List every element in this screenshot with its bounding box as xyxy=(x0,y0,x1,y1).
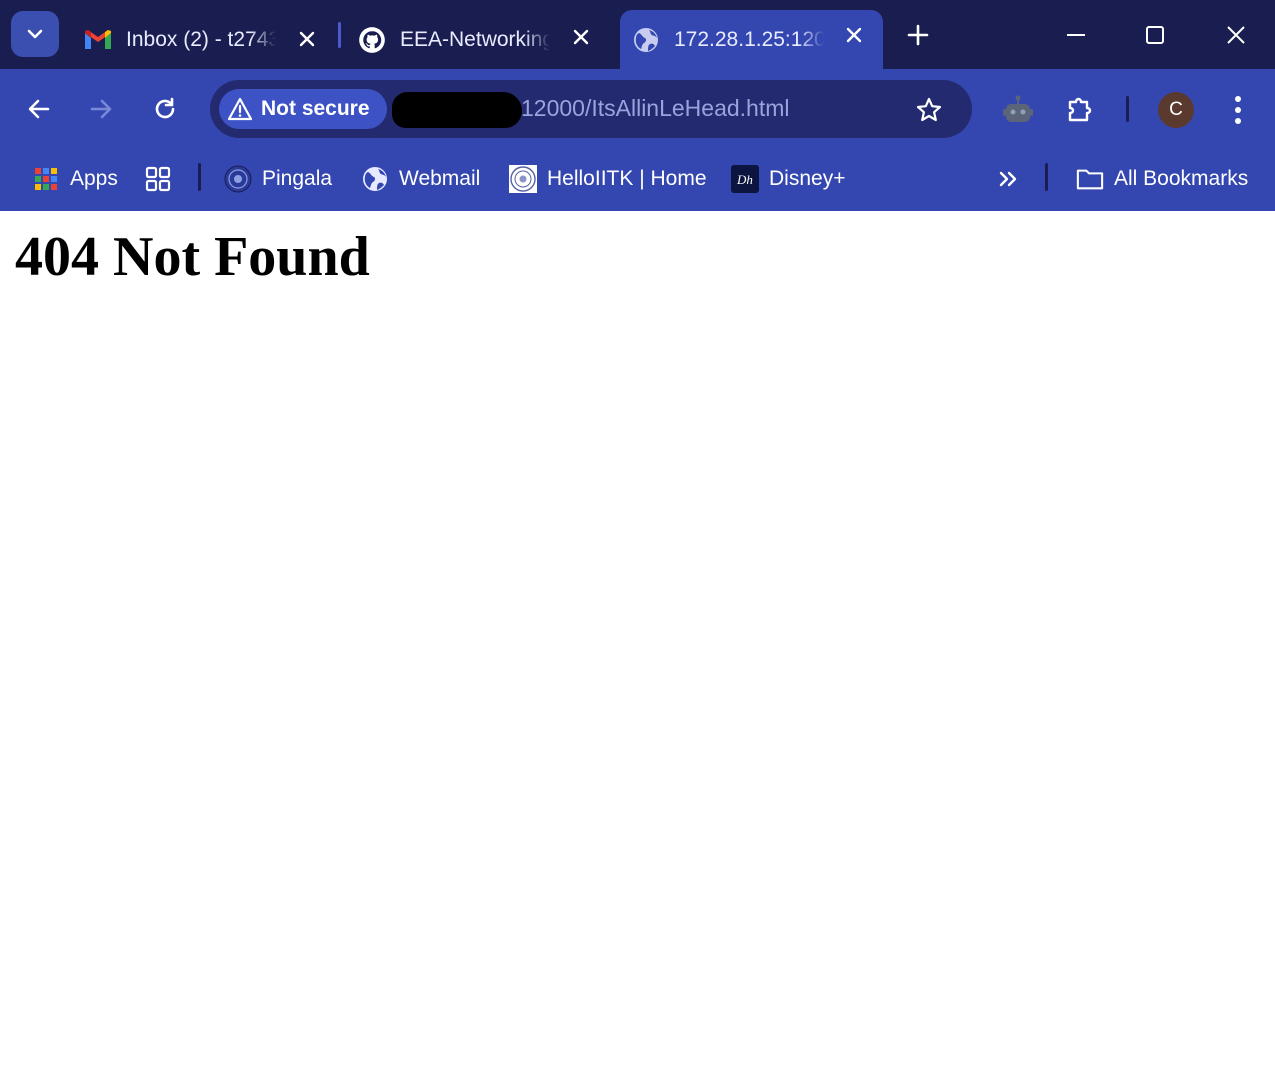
bookmark-webmail[interactable]: Webmail xyxy=(361,159,480,199)
tab-title: EEA-Networking xyxy=(400,27,550,52)
reload-button[interactable] xyxy=(145,89,185,129)
iitk-seal-icon xyxy=(509,165,537,193)
github-icon xyxy=(358,26,386,54)
bookmark-apps[interactable]: Apps xyxy=(32,159,118,199)
maximize-button[interactable] xyxy=(1125,12,1185,58)
new-tab-button[interactable] xyxy=(902,19,934,51)
puzzle-icon xyxy=(1068,97,1092,122)
window-close-button[interactable] xyxy=(1206,12,1266,58)
security-label: Not secure xyxy=(261,97,370,120)
plus-icon xyxy=(907,24,929,46)
chevron-down-icon xyxy=(27,29,43,39)
url-text[interactable]: 12000/ItsAllinLeHead.html xyxy=(521,95,790,122)
bookmark-disney-plus[interactable]: Dh Disney+ xyxy=(731,159,845,199)
close-icon[interactable] xyxy=(294,26,320,52)
tab-title: 172.28.1.25:12000 xyxy=(674,27,824,52)
forward-button[interactable] xyxy=(81,89,121,129)
tab-groups-icon xyxy=(144,165,172,193)
site-security-chip[interactable]: Not secure xyxy=(219,89,387,129)
bookmark-label: Apps xyxy=(70,167,118,190)
menu-button[interactable] xyxy=(1221,93,1255,127)
reload-icon xyxy=(155,97,175,119)
double-chevron-right-icon xyxy=(994,165,1022,193)
minimize-button[interactable] xyxy=(1046,12,1106,58)
toolbar-divider xyxy=(1126,96,1129,122)
bookmark-label: HelloIITK | Home xyxy=(547,167,707,190)
close-icon xyxy=(1227,26,1245,44)
tab-active-page[interactable]: 172.28.1.25:12000 xyxy=(620,10,883,69)
close-icon[interactable] xyxy=(841,22,867,48)
disney-hotstar-icon: Dh xyxy=(731,165,759,193)
warning-triangle-icon xyxy=(227,96,253,122)
tab-gmail[interactable]: Inbox (2) - t27432 xyxy=(72,10,332,69)
address-bar[interactable]: Not secure 12000/ItsAllinLeHead.html xyxy=(210,80,972,138)
bookmark-label: Pingala xyxy=(262,167,333,190)
robot-icon xyxy=(1003,95,1033,122)
page-content: 404 Not Found xyxy=(0,211,1275,1076)
arrow-right-icon xyxy=(90,99,112,119)
bookmark-label: Webmail xyxy=(399,167,481,190)
extension-robot-button[interactable] xyxy=(1001,93,1035,127)
globe-icon xyxy=(632,26,660,54)
bookmark-tab-groups[interactable] xyxy=(144,159,182,199)
arrow-left-icon xyxy=(28,99,50,119)
tab-github[interactable]: EEA-Networking xyxy=(346,10,614,69)
folder-icon xyxy=(1076,165,1104,193)
globe-icon xyxy=(361,165,389,193)
bookmarks-divider xyxy=(198,163,201,191)
bookmark-label: All Bookmarks xyxy=(1114,167,1249,190)
extensions-button[interactable] xyxy=(1064,93,1098,127)
bookmarks-divider xyxy=(1045,163,1048,191)
minimize-icon xyxy=(1067,34,1085,36)
bookmark-star-button[interactable] xyxy=(914,95,944,125)
more-vertical-icon xyxy=(1235,96,1241,124)
bookmark-label: Disney+ xyxy=(769,167,846,190)
close-icon[interactable] xyxy=(568,24,594,50)
apps-grid-icon xyxy=(32,165,60,193)
bookmark-helloiitk[interactable]: HelloIITK | Home xyxy=(509,159,707,199)
iitk-seal-icon xyxy=(224,165,252,193)
maximize-icon xyxy=(1146,26,1164,44)
profile-avatar[interactable]: C xyxy=(1158,92,1194,128)
bookmarks-bar: Apps Pingala Webmail HelloIITK | Home Dh… xyxy=(0,149,1275,211)
tab-strip: Inbox (2) - t27432 EEA-Networking 172.28… xyxy=(0,0,1275,69)
bookmark-pingala[interactable]: Pingala xyxy=(224,159,332,199)
tab-search-button[interactable] xyxy=(11,11,59,57)
back-button[interactable] xyxy=(19,89,59,129)
svg-text:Dh: Dh xyxy=(736,172,753,187)
tab-divider xyxy=(338,22,341,48)
page-heading: 404 Not Found xyxy=(15,226,370,288)
bookmarks-overflow-button[interactable] xyxy=(994,159,1032,199)
browser-toolbar: Not secure 12000/ItsAllinLeHead.html C xyxy=(0,69,1275,149)
bookmark-all-bookmarks[interactable]: All Bookmarks xyxy=(1076,159,1248,199)
star-icon xyxy=(916,97,942,122)
gmail-icon xyxy=(84,26,112,54)
tab-title: Inbox (2) - t27432 xyxy=(126,27,276,52)
redacted-region xyxy=(392,92,522,128)
